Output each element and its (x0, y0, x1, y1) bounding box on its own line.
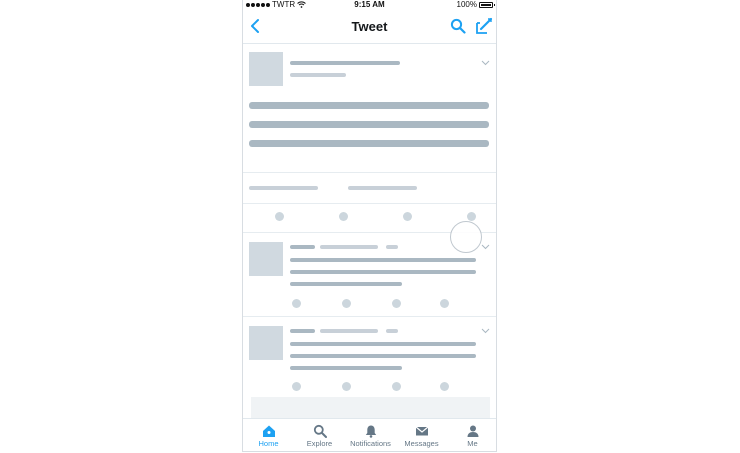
battery-icon (479, 1, 495, 8)
avatar-placeholder (249, 326, 283, 360)
person-icon (467, 425, 478, 437)
tab-label: Me (467, 439, 478, 448)
like-action-placeholder[interactable] (403, 212, 412, 221)
battery-status: 100% (456, 0, 495, 9)
tab-label: Explore (306, 439, 333, 448)
like-action-placeholder[interactable] (392, 382, 401, 391)
tab-me[interactable]: Me (447, 421, 496, 448)
retweet-action-placeholder[interactable] (342, 299, 351, 308)
tab-messages[interactable]: Messages (396, 421, 447, 448)
chevron-down-icon[interactable] (481, 328, 490, 334)
avatar-placeholder (249, 242, 283, 276)
tab-home[interactable]: Home (243, 421, 294, 448)
tab-bar: Home Explore Notifications Messages Me (243, 418, 496, 451)
tab-label: Home (258, 439, 279, 448)
text-line-placeholder (290, 282, 402, 286)
compose-icon[interactable] (475, 17, 493, 35)
bell-icon (365, 425, 376, 438)
like-action-placeholder[interactable] (392, 299, 401, 308)
chevron-down-icon[interactable] (481, 60, 490, 66)
search-icon (313, 424, 327, 438)
touch-indicator (450, 221, 482, 253)
text-line-placeholder (290, 258, 476, 262)
phone-screen: TWTR 9:15 AM 100% Tweet Home Explore Not… (242, 0, 497, 452)
time-placeholder (386, 329, 398, 333)
avatar-placeholder (249, 52, 283, 86)
reply-compose-box[interactable] (251, 397, 490, 418)
navigation-bar: Tweet (243, 11, 496, 44)
search-icon[interactable] (450, 18, 466, 34)
battery-percent: 100% (456, 0, 477, 9)
reply-action-placeholder[interactable] (292, 382, 301, 391)
share-action-placeholder[interactable] (440, 382, 449, 391)
handle-placeholder (320, 245, 378, 249)
share-action-placeholder[interactable] (467, 212, 476, 221)
reply-action-placeholder[interactable] (275, 212, 284, 221)
text-line-placeholder (290, 366, 402, 370)
divider (243, 316, 496, 317)
text-line-placeholder (249, 140, 489, 147)
retweet-action-placeholder[interactable] (339, 212, 348, 221)
share-action-placeholder[interactable] (440, 299, 449, 308)
tab-notifications[interactable]: Notifications (345, 421, 396, 448)
tab-label: Messages (404, 439, 439, 448)
stat-placeholder (249, 186, 318, 190)
home-icon (262, 425, 275, 437)
text-line-placeholder (249, 121, 489, 128)
stat-placeholder (348, 186, 417, 190)
tab-explore[interactable]: Explore (294, 421, 345, 448)
text-line-placeholder (249, 102, 489, 109)
time-placeholder (386, 245, 398, 249)
handle-placeholder (320, 329, 378, 333)
divider (243, 172, 496, 173)
text-line-placeholder (290, 342, 476, 346)
envelope-icon (415, 426, 428, 436)
name-placeholder (290, 61, 400, 65)
text-line-placeholder (290, 270, 476, 274)
name-placeholder (290, 329, 315, 333)
name-placeholder (290, 245, 315, 249)
text-line-placeholder (290, 354, 476, 358)
handle-placeholder (290, 73, 346, 77)
chevron-down-icon[interactable] (481, 244, 490, 250)
tab-label: Notifications (350, 439, 391, 448)
status-bar: TWTR 9:15 AM 100% (243, 0, 496, 11)
divider (243, 203, 496, 204)
retweet-action-placeholder[interactable] (342, 382, 351, 391)
reply-action-placeholder[interactable] (292, 299, 301, 308)
